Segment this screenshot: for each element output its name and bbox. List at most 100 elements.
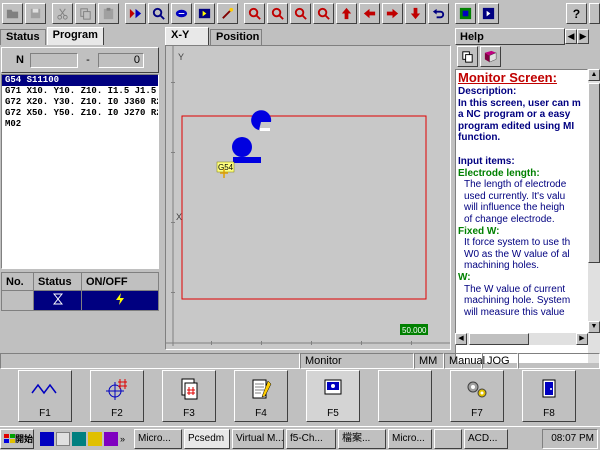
f4-label: F4 [255,408,267,419]
paste-icon[interactable] [98,2,119,24]
tab-status[interactable]: Status [0,29,46,45]
scroll-right-icon[interactable]: ▶ [576,333,588,345]
arrow-right-icon[interactable] [382,2,403,24]
f6-button[interactable] [378,370,432,422]
n-separator: - [86,54,90,66]
f7-button[interactable]: F7 [450,370,504,422]
folder-icon[interactable] [88,431,102,446]
zoom-in-icon[interactable] [244,2,265,24]
tab-program[interactable]: Program [46,27,104,45]
arrow-left-icon[interactable] [359,2,380,24]
step-icon[interactable] [171,2,192,24]
program-list[interactable]: G54 S11100 G71 X10. Y10. Z10. I1.5 J1.5 … [1,74,159,269]
task-files[interactable]: 檔案... [338,428,386,449]
help-book-icon[interactable] [480,45,501,67]
f5-label: F5 [327,408,339,419]
outlook-icon[interactable] [56,431,70,446]
open-file-icon[interactable] [2,2,23,24]
edit-wand-icon[interactable] [217,2,238,24]
hscroll-thumb[interactable] [469,333,529,345]
start-label: 開始 [14,433,33,444]
help-vertical-scrollbar[interactable]: ▲ ▼ [588,69,600,363]
y-axis-label: Y [178,52,184,62]
ie-icon[interactable] [40,431,54,446]
help-line: The W value of current [464,283,566,295]
col-no: No. [1,272,34,291]
scroll-down-icon[interactable]: ▼ [588,321,600,333]
cut-icon[interactable] [52,2,73,24]
tab-position[interactable]: Position [210,29,262,45]
program-line[interactable]: G72 X50. Y50. Z10. I0 J270 R2.5 K [2,108,158,119]
scroll-up-icon[interactable]: ▲ [588,69,600,81]
help-icon[interactable]: ? [566,2,587,24]
scroll-thumb[interactable] [588,83,600,263]
exit-door-icon [542,379,556,398]
help-line: will influence the heigh [464,202,565,214]
start-button[interactable]: 開始 [0,428,34,449]
close-icon[interactable] [589,2,600,24]
copy-icon[interactable] [75,2,96,24]
f8-button[interactable]: F8 [522,370,576,422]
status-bar: Monitor MM Manual JOG [0,353,600,369]
task-micro-2[interactable]: Micro... [388,428,432,449]
task-pcsedm[interactable]: Pcsedm [184,428,230,449]
cell-no [1,290,34,311]
more-icon[interactable]: » [120,432,130,446]
monitor-screen-icon [324,379,342,395]
n-row: N - 0 [1,47,159,73]
zoom-out-icon[interactable] [267,2,288,24]
desktop-icon[interactable] [72,431,86,446]
media-icon[interactable] [104,431,118,446]
n-start-field[interactable] [30,52,78,68]
zoom-window-icon[interactable] [290,2,311,24]
help-line: The length of electrode [464,179,567,191]
f3-button[interactable]: F3 [162,370,216,422]
help-line: W0 as the W value of al [464,248,570,260]
program-line[interactable]: G54 S11100 [2,75,158,86]
f5-button[interactable]: F5 [306,370,360,422]
undo-icon[interactable] [428,2,449,24]
task-blank[interactable] [434,428,462,449]
save-file-icon[interactable] [25,2,46,24]
f1-button[interactable]: F1 [18,370,72,422]
zoom-fit-icon[interactable] [313,2,334,24]
tab-xy[interactable]: X-Y [165,27,209,45]
help-next-button[interactable]: ▶ [577,28,589,44]
program-line[interactable]: M02 [2,119,158,130]
help-heading: Monitor Screen: [458,70,557,85]
n-end-field[interactable]: 0 [98,52,144,68]
simulate-icon[interactable] [125,2,146,24]
xy-canvas[interactable]: Y X G54 50.000 [165,45,451,350]
export-icon[interactable] [478,2,499,24]
help-copy-icon[interactable] [457,45,478,67]
task-virtual[interactable]: Virtual M... [232,428,284,449]
task-acd[interactable]: ACD... [464,428,508,449]
help-prev-button[interactable]: ◀ [565,28,577,44]
task-f5[interactable]: f5-Ch... [286,428,336,449]
search-icon[interactable] [148,2,169,24]
f4-button[interactable]: F4 [234,370,288,422]
hourglass-icon [33,290,82,311]
view-tab-bar: X-Y Position [165,27,451,45]
task-micro-1[interactable]: Micro... [134,428,182,449]
gears-icon [467,381,487,398]
run-icon[interactable] [194,2,215,24]
help-horizontal-scrollbar[interactable]: ◀ ▶ [455,333,588,345]
help-line: W: [458,271,471,283]
arrow-down-icon[interactable] [405,2,426,24]
help-line: will measure this value [464,306,565,318]
help-line: function. [458,132,501,144]
graphics-icon[interactable] [455,2,476,24]
f2-label: F2 [111,408,123,419]
scroll-left-icon[interactable]: ◀ [455,333,467,345]
program-line[interactable]: G72 X20. Y30. Z10. I0 J360 R2.5 K [2,97,158,108]
help-line: of change electrode. [464,213,555,225]
arrow-up-icon[interactable] [336,2,357,24]
program-line[interactable]: G71 X10. Y10. Z10. I1.5 J1.5 K1 U2 [2,86,158,97]
f7-label: F7 [471,408,483,419]
help-content: Monitor Screen: Description: In this scr… [455,69,588,363]
help-line: program edited using MI [458,120,575,132]
f2-button[interactable]: F2 [90,370,144,422]
table-row[interactable] [1,290,159,311]
work-boundary [181,115,427,300]
